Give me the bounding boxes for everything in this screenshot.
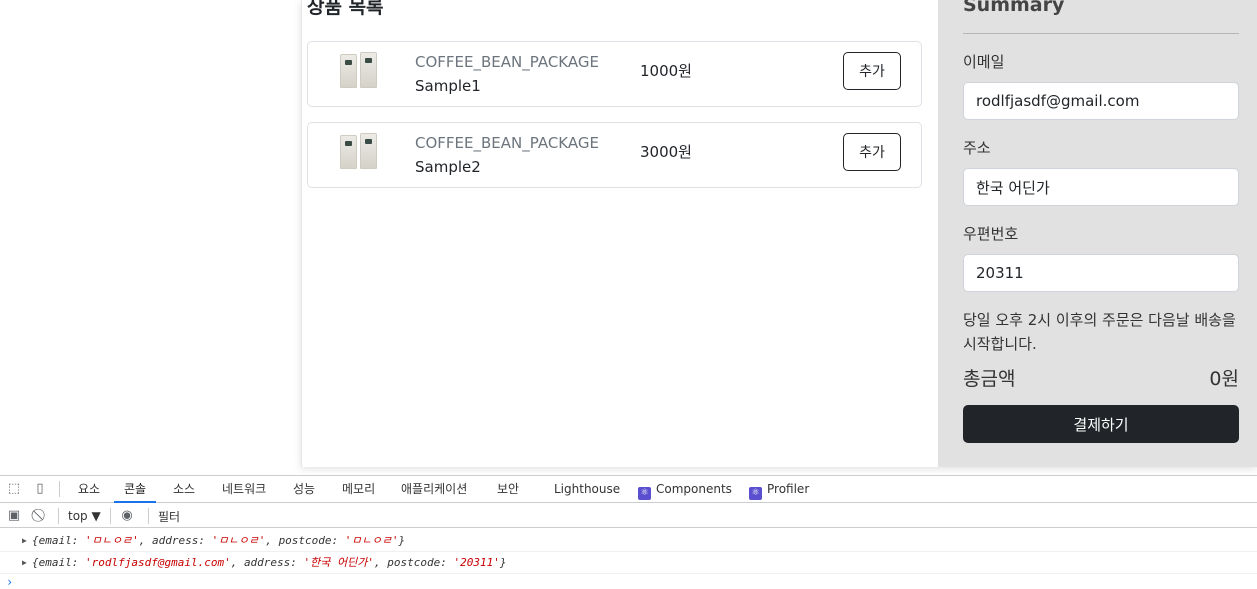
add-button[interactable]: 추가 (843, 52, 901, 90)
react-icon: ⚛ (749, 487, 762, 500)
address-label: 주소 (963, 139, 991, 157)
summary-title: Summary (963, 0, 1065, 16)
product-price: 3000원 (640, 143, 692, 161)
console-prompt[interactable]: › (6, 575, 13, 589)
console-log-entry[interactable]: ▶ {email: 'ㅁㄴㅇㄹ', address: 'ㅁㄴㅇㄹ', postc… (0, 530, 1257, 552)
react-icon: ⚛ (638, 487, 651, 500)
eye-icon[interactable]: ◉ (119, 508, 135, 524)
context-select[interactable]: top ▼ (68, 509, 101, 523)
email-field[interactable] (963, 82, 1239, 120)
tab-memory[interactable]: 메모리 (342, 476, 375, 503)
console-toolbar: ▣ ⃠ top ▼ ◉ 필터 (0, 504, 1257, 528)
summary-panel: Summary 이메일 주소 우편번호 당일 오후 2시 이후의 주문은 다음날… (938, 0, 1257, 467)
coffee-bag-image (338, 52, 378, 88)
product-item: COFFEE_BEAN_PACKAGE Sample2 3000원 추가 (307, 122, 922, 188)
filter-input[interactable]: 필터 (158, 508, 180, 525)
product-name: Sample1 (415, 77, 481, 95)
tab-lighthouse[interactable]: Lighthouse (554, 476, 620, 503)
email-label: 이메일 (963, 53, 1005, 71)
summary-divider (963, 33, 1239, 34)
total-value: 0원 (1209, 368, 1239, 390)
devtools-panel: ⬚ ▯ 요소 콘솔 소스 네트워크 성능 메모리 애플리케이션 보안 Light… (0, 475, 1257, 589)
expand-triangle-icon[interactable]: ▶ (22, 530, 27, 552)
add-button[interactable]: 추가 (843, 133, 901, 171)
tab-elements[interactable]: 요소 (78, 476, 100, 503)
product-name: Sample2 (415, 158, 481, 176)
tab-components[interactable]: ⚛ Components (638, 476, 732, 503)
tab-profiler[interactable]: ⚛ Profiler (749, 476, 809, 503)
console-log-entry[interactable]: ▶ {email: 'rodlfjasdf@gmail.com', addres… (0, 552, 1257, 574)
tab-application[interactable]: 애플리케이션 (401, 476, 467, 503)
clear-console-icon[interactable]: ⃠ (33, 508, 49, 524)
product-category: COFFEE_BEAN_PACKAGE (415, 53, 599, 71)
tab-performance[interactable]: 성능 (293, 476, 315, 503)
product-list-panel: 상품 목록 COFFEE_BEAN_PACKAGE Sample1 1000원 … (302, 0, 938, 467)
inspect-element-icon[interactable]: ⬚ (6, 481, 22, 497)
postcode-field[interactable] (963, 254, 1239, 292)
tab-network[interactable]: 네트워크 (222, 476, 266, 503)
app-card: 상품 목록 COFFEE_BEAN_PACKAGE Sample1 1000원 … (301, 0, 1257, 467)
product-price: 1000원 (640, 62, 692, 80)
tab-security[interactable]: 보안 (497, 476, 519, 503)
address-field[interactable] (963, 168, 1239, 206)
delivery-notice: 당일 오후 2시 이후의 주문은 다음날 배송을 시작합니다. (963, 311, 1236, 353)
tab-sources[interactable]: 소스 (173, 476, 195, 503)
sidebar-toggle-icon[interactable]: ▣ (6, 508, 22, 524)
device-toolbar-icon[interactable]: ▯ (32, 481, 48, 497)
product-item: COFFEE_BEAN_PACKAGE Sample1 1000원 추가 (307, 41, 922, 107)
product-category: COFFEE_BEAN_PACKAGE (415, 134, 599, 152)
postcode-label: 우편번호 (963, 225, 1019, 243)
expand-triangle-icon[interactable]: ▶ (22, 552, 27, 574)
devtools-tabbar: ⬚ ▯ 요소 콘솔 소스 네트워크 성능 메모리 애플리케이션 보안 Light… (0, 476, 1257, 503)
product-list-title: 상품 목록 (307, 0, 384, 18)
tab-console[interactable]: 콘솔 (114, 476, 157, 503)
coffee-bag-image (338, 133, 378, 169)
checkout-button[interactable]: 결제하기 (963, 405, 1239, 443)
total-label: 총금액 (963, 368, 1016, 390)
